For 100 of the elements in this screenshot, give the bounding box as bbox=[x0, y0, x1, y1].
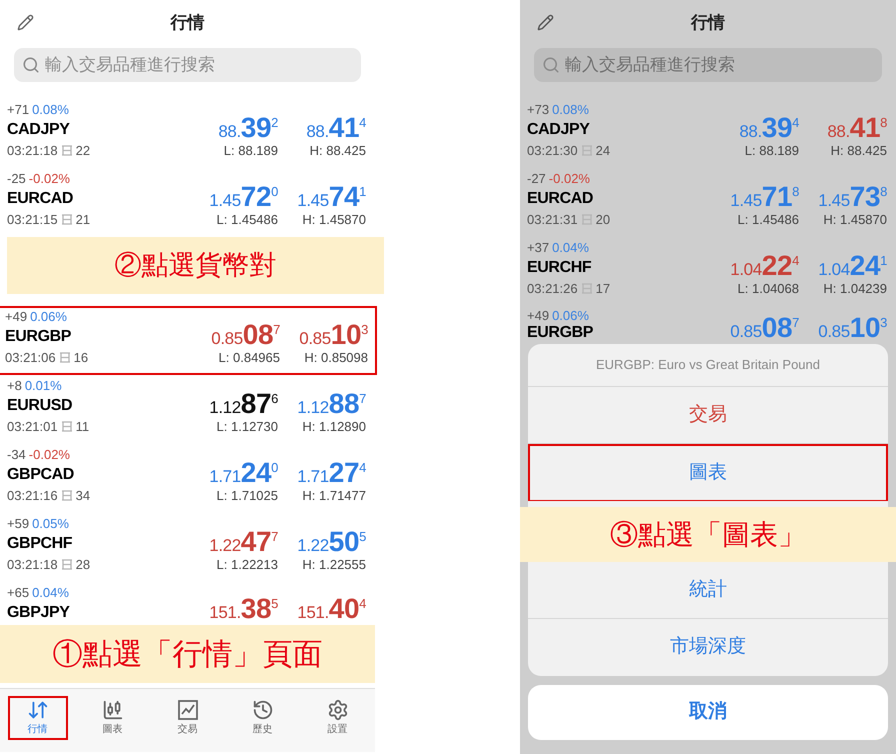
history-icon bbox=[252, 699, 274, 721]
spread-value: 20 bbox=[596, 211, 610, 228]
symbol-name: GBPCAD bbox=[7, 465, 75, 485]
tab-button[interactable]: 行情 bbox=[8, 696, 68, 740]
change-percent: -0.02% bbox=[548, 171, 590, 187]
change-percent: 0.05% bbox=[32, 516, 69, 532]
symbol-name: EURCAD bbox=[527, 189, 594, 209]
symbol-name: EURGBP bbox=[527, 323, 594, 342]
quote-time: 03:21:06 bbox=[5, 349, 56, 366]
spread-icon bbox=[580, 214, 593, 225]
search-input[interactable]: 輸入交易品種進行搜索 bbox=[45, 52, 353, 78]
edit-icon[interactable] bbox=[17, 14, 34, 31]
symbol-name: EURCHF bbox=[527, 258, 592, 278]
spread-value: 11 bbox=[76, 418, 90, 435]
spread-icon bbox=[60, 559, 73, 570]
edit-icon[interactable] bbox=[537, 14, 554, 31]
low-price: L: 1.12730 bbox=[216, 418, 278, 436]
change-points: +8 bbox=[7, 378, 22, 394]
change-points: +49 bbox=[527, 309, 550, 323]
change-points: +71 bbox=[7, 102, 30, 118]
low-price: L: 1.45486 bbox=[216, 211, 278, 229]
change-points: -34 bbox=[7, 447, 26, 463]
high-price: H: 1.22555 bbox=[301, 556, 366, 574]
spread-icon bbox=[58, 352, 71, 363]
change-points: +65 bbox=[7, 585, 30, 601]
change-percent: -0.02% bbox=[28, 171, 70, 187]
change-points: +59 bbox=[7, 516, 30, 532]
change-percent: 0.06% bbox=[30, 309, 67, 325]
low-price: L: 1.45486 bbox=[736, 211, 799, 229]
spread-value: 17 bbox=[596, 280, 610, 297]
high-price: H: 88.425 bbox=[308, 142, 366, 160]
low-price: L: 0.84965 bbox=[218, 349, 280, 367]
high-price: H: 1.45870 bbox=[301, 211, 366, 229]
change-percent: -0.02% bbox=[28, 447, 70, 463]
search-input[interactable]: 輸入交易品種進行搜索 bbox=[565, 52, 874, 78]
high-price: H: 1.12890 bbox=[301, 418, 366, 436]
spread-icon bbox=[60, 214, 73, 225]
change-points: -25 bbox=[7, 171, 26, 187]
arrows-icon bbox=[26, 699, 48, 721]
symbol-name: EURGBP bbox=[5, 327, 72, 347]
low-price: L: 1.04068 bbox=[736, 280, 799, 298]
quote-time: 03:21:18 bbox=[7, 556, 58, 573]
search-field[interactable]: 輸入交易品種進行搜索 bbox=[534, 48, 882, 82]
quote-time: 03:21:16 bbox=[7, 487, 58, 504]
low-price: L: 88.189 bbox=[744, 142, 799, 160]
quote-time: 03:21:15 bbox=[7, 211, 58, 228]
change-percent: 0.06% bbox=[552, 309, 589, 323]
tab-button[interactable]: 交易 bbox=[158, 696, 218, 740]
change-percent: 0.08% bbox=[552, 102, 589, 118]
tab-button[interactable]: 圖表 bbox=[82, 696, 142, 740]
change-percent: 0.04% bbox=[552, 240, 589, 256]
line-chart-icon bbox=[176, 699, 198, 721]
search-icon bbox=[542, 56, 560, 74]
low-price: L: 1.22213 bbox=[216, 556, 278, 574]
spread-value: 24 bbox=[596, 142, 610, 159]
change-points: +73 bbox=[527, 102, 550, 118]
spread-value: 22 bbox=[76, 142, 90, 159]
change-percent: 0.04% bbox=[32, 585, 69, 601]
sheet-title: EURGBP: Euro vs Great Britain Pound bbox=[528, 344, 888, 387]
search-field[interactable]: 輸入交易品種進行搜索 bbox=[14, 48, 361, 82]
tab-button[interactable]: 歷史 bbox=[232, 696, 292, 740]
quote-time: 03:21:01 bbox=[7, 418, 58, 435]
sheet-option[interactable]: 圖表 bbox=[528, 444, 888, 501]
high-price: H: 1.04239 bbox=[822, 280, 887, 298]
settings-icon bbox=[326, 699, 348, 721]
high-price: H: 1.71477 bbox=[301, 487, 366, 505]
low-price: L: 88.189 bbox=[222, 142, 278, 160]
spread-value: 21 bbox=[76, 211, 90, 228]
spread-icon bbox=[60, 421, 73, 432]
symbol-name: CADJPY bbox=[7, 120, 71, 140]
symbol-name: GBPJPY bbox=[7, 603, 70, 623]
quote-time: 03:21:26 bbox=[527, 280, 578, 297]
sheet-option[interactable]: 市場深度 bbox=[528, 619, 888, 676]
screen-title: 行情 bbox=[691, 12, 725, 34]
change-points: +37 bbox=[527, 240, 550, 256]
quote-time: 03:21:31 bbox=[527, 211, 578, 228]
change-points: -27 bbox=[527, 171, 546, 187]
cancel-button[interactable]: 取消 bbox=[528, 685, 888, 740]
change-percent: 0.08% bbox=[32, 102, 69, 118]
change-points: +49 bbox=[5, 309, 28, 325]
spread-icon bbox=[60, 490, 73, 501]
annotation-banner: ①點選「行情」頁面 bbox=[0, 625, 375, 683]
search-icon bbox=[22, 56, 40, 74]
annotation-banner: ③點選「圖表」 bbox=[520, 507, 896, 562]
annotation-banner: ②點選貨幣對 bbox=[7, 237, 384, 294]
spread-value: 16 bbox=[74, 349, 88, 366]
tab-button[interactable]: 設置 bbox=[308, 696, 368, 740]
high-price: H: 88.425 bbox=[830, 142, 887, 160]
quote-time: 03:21:18 bbox=[7, 142, 58, 159]
spread-icon bbox=[580, 145, 593, 156]
spread-value: 28 bbox=[76, 556, 90, 573]
spread-value: 34 bbox=[76, 487, 90, 504]
symbol-name: GBPCHF bbox=[7, 534, 74, 554]
symbol-name: EURUSD bbox=[7, 396, 74, 416]
high-price: H: 1.45870 bbox=[822, 211, 887, 229]
sheet-option[interactable]: 交易 bbox=[528, 387, 888, 444]
spread-icon bbox=[60, 145, 73, 156]
quote-time: 03:21:30 bbox=[527, 142, 578, 159]
symbol-name: EURCAD bbox=[7, 189, 74, 209]
candlestick-icon bbox=[102, 699, 124, 721]
